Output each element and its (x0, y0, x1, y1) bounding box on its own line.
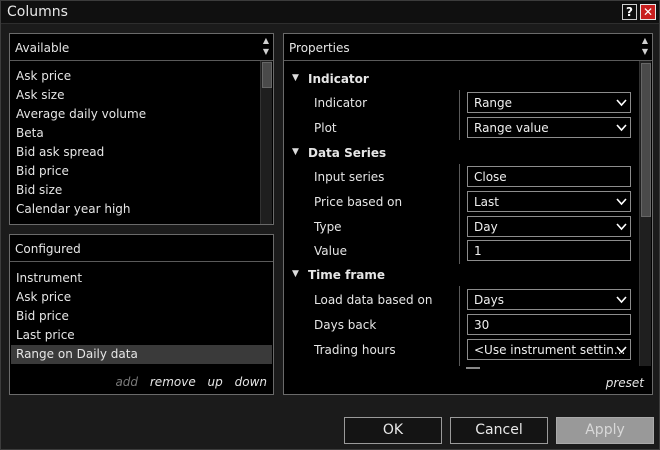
apply-button[interactable]: Apply (556, 417, 654, 444)
list-item[interactable]: Calendar year high (11, 200, 257, 219)
category-indicator[interactable]: ▼ Indicator (285, 70, 625, 90)
properties-header: Properties (284, 34, 652, 61)
list-item[interactable]: Average daily volume (11, 105, 257, 124)
days-back-input[interactable]: 30 (467, 314, 631, 335)
properties-scroll-thumb[interactable] (641, 63, 651, 217)
cancel-button[interactable]: Cancel (450, 417, 548, 444)
add-link[interactable]: add (115, 375, 138, 389)
configured-header: Configured (10, 235, 273, 262)
properties-scrollbar[interactable] (639, 61, 651, 366)
days-back-label: Days back (314, 318, 377, 332)
value-input[interactable]: 1 (467, 240, 631, 261)
input-series-field[interactable]: Close (467, 166, 631, 187)
type-select[interactable]: Day (467, 216, 631, 237)
available-scrollbar[interactable] (260, 61, 272, 224)
help-button[interactable]: ? (622, 4, 637, 20)
list-item[interactable]: Last price (11, 326, 272, 345)
list-item[interactable]: Bid price (11, 162, 257, 181)
close-button[interactable]: ✕ (640, 4, 656, 20)
chevron-down-icon (616, 296, 627, 304)
plot-select[interactable]: Range value (467, 117, 631, 138)
load-data-label: Load data based on (314, 293, 433, 307)
available-scroll-thumb[interactable] (262, 62, 272, 88)
scroll-up-icon[interactable]: ▲ (260, 35, 272, 46)
category-time-frame[interactable]: ▼ Time frame (285, 266, 625, 286)
columns-dialog: Columns ? ✕ Available ▲ ▼ Ask price Ask … (0, 0, 660, 450)
properties-header-scroll[interactable]: ▲ ▼ (639, 35, 651, 59)
price-based-on-select[interactable]: Last (467, 191, 631, 212)
type-label: Type (314, 220, 342, 234)
property-separator (459, 164, 460, 264)
window-title: Columns (7, 4, 68, 20)
configured-actions: add remove up down (107, 375, 267, 389)
available-header-scroll[interactable]: ▲ ▼ (260, 35, 272, 59)
price-based-on-label: Price based on (314, 195, 403, 209)
chevron-down-icon (616, 99, 627, 107)
chevron-down-icon (616, 223, 627, 231)
list-item[interactable]: Bid size (11, 181, 257, 200)
collapse-triangle-icon[interactable]: ▼ (292, 73, 299, 83)
properties-panel: Properties ▲ ▼ ▼ Indicator Indicator Ran… (283, 33, 653, 395)
category-data-series[interactable]: ▼ Data Series (285, 144, 625, 164)
chevron-down-icon (616, 198, 627, 206)
scroll-down-icon[interactable]: ▼ (260, 46, 272, 57)
list-item[interactable]: Bid price (11, 307, 272, 326)
remove-link[interactable]: remove (150, 375, 196, 389)
indicator-select[interactable]: Range (467, 92, 631, 113)
list-item[interactable]: Ask price (11, 288, 272, 307)
load-data-select[interactable]: Days (467, 289, 631, 310)
collapse-triangle-icon[interactable]: ▼ (292, 147, 299, 157)
preset-link[interactable]: preset (606, 376, 644, 390)
list-item[interactable]: Ask price (11, 67, 257, 86)
properties-hscroll-indicator (466, 367, 480, 369)
title-bar[interactable]: Columns ? ✕ (1, 1, 659, 24)
plot-label: Plot (314, 121, 337, 135)
configured-panel: Configured Instrument Ask price Bid pric… (9, 234, 274, 395)
list-item[interactable]: Instrument (11, 269, 272, 288)
indicator-label: Indicator (314, 96, 368, 110)
trading-hours-label: Trading hours (314, 343, 396, 357)
property-separator (459, 286, 460, 366)
down-link[interactable]: down (235, 375, 267, 389)
ok-button[interactable]: OK (344, 417, 442, 444)
chevron-down-icon (616, 124, 627, 132)
available-panel: Available ▲ ▼ Ask price Ask size Average… (9, 33, 274, 225)
scroll-up-icon[interactable]: ▲ (639, 35, 651, 46)
input-series-label: Input series (314, 170, 385, 184)
available-header: Available (10, 34, 273, 61)
collapse-triangle-icon[interactable]: ▼ (292, 269, 299, 279)
list-item-selected[interactable]: Range on Daily data (11, 345, 272, 364)
scroll-down-icon[interactable]: ▼ (639, 46, 651, 57)
value-label: Value (314, 244, 347, 258)
list-item[interactable]: Bid ask spread (11, 143, 257, 162)
property-separator (459, 90, 460, 140)
list-item[interactable]: Ask size (11, 86, 257, 105)
list-item[interactable]: Beta (11, 124, 257, 143)
chevron-down-icon (616, 346, 627, 354)
up-link[interactable]: up (208, 375, 223, 389)
trading-hours-select[interactable]: <Use instrument settin... (467, 339, 631, 360)
